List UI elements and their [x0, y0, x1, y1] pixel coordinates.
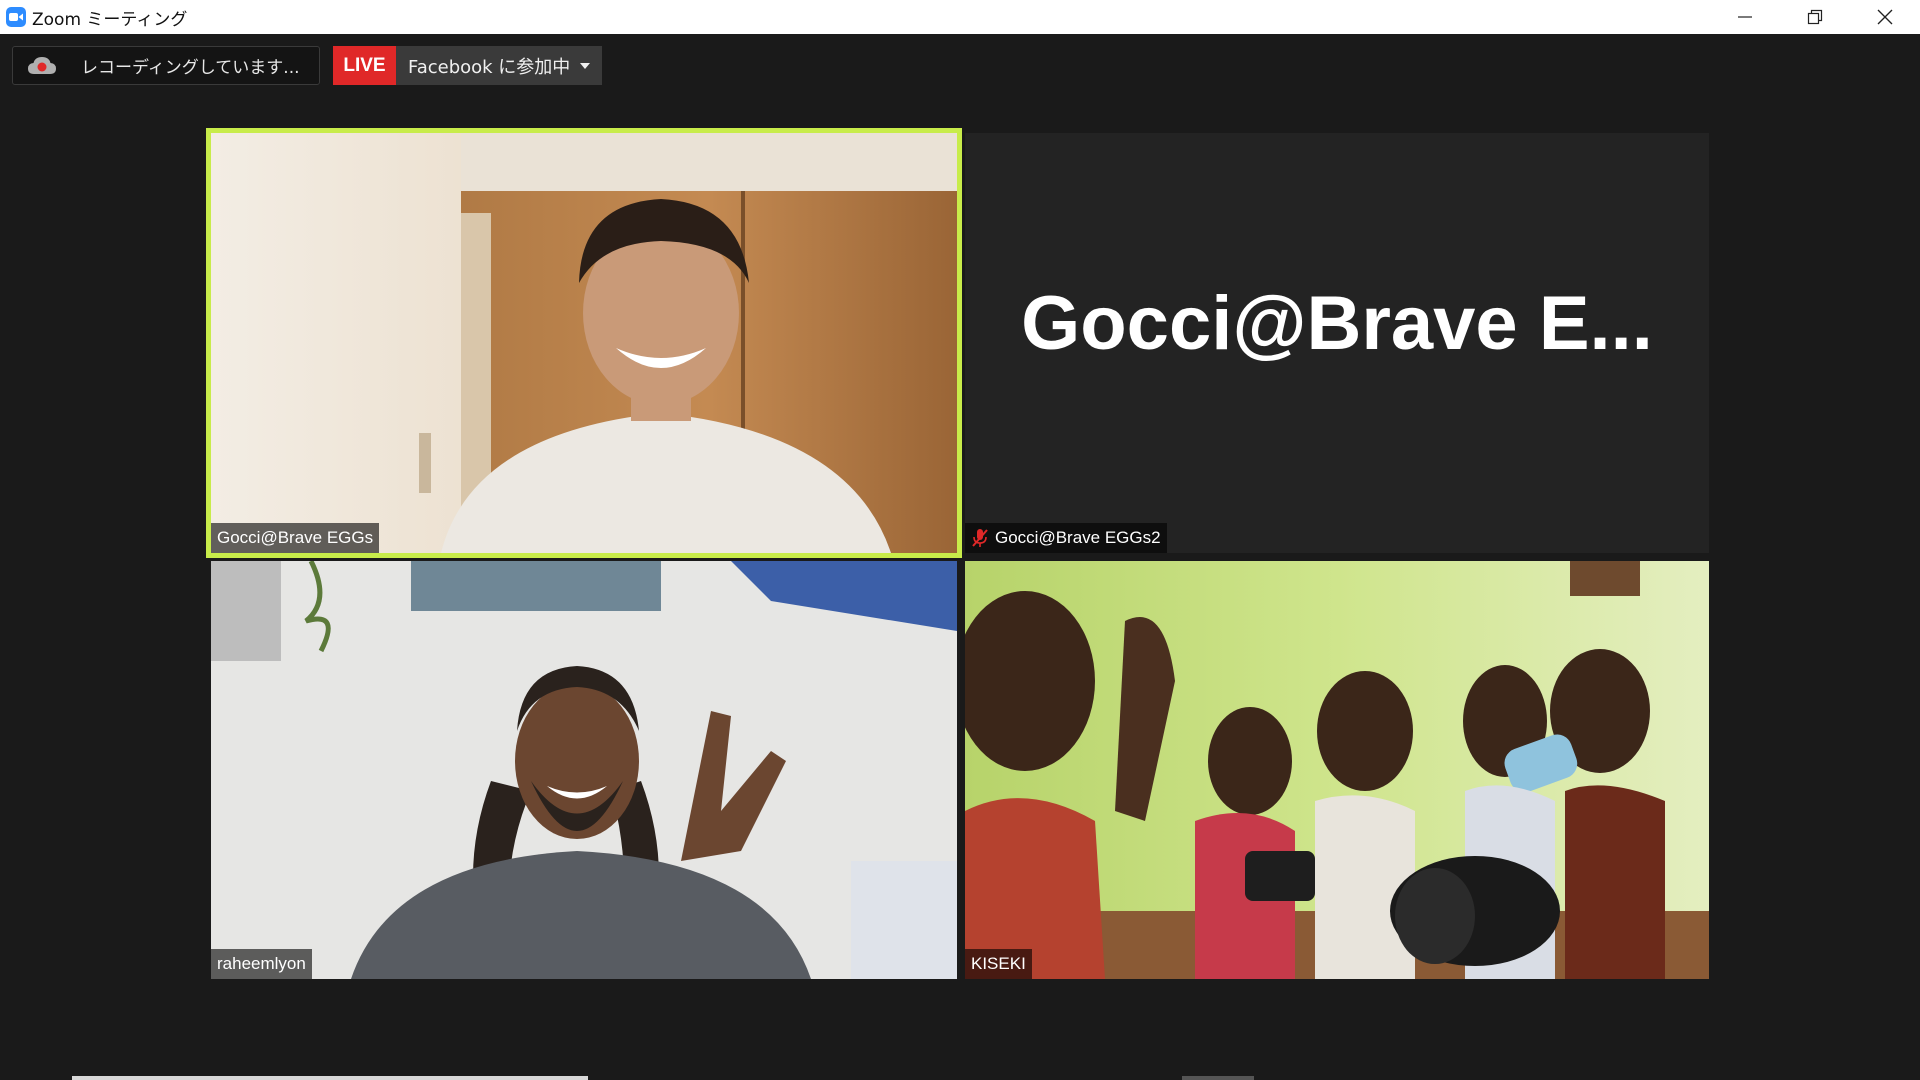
- live-stream-dropdown[interactable]: Facebook に参加中: [396, 46, 603, 85]
- title-bar: Zoom ミーティング: [0, 0, 1920, 34]
- live-badge: LIVE: [333, 46, 396, 85]
- caret-down-icon: [580, 62, 591, 69]
- participant-video: [965, 561, 1709, 979]
- video-tile-2[interactable]: Gocci@Brave E... Gocci@Brave EGGs2: [965, 133, 1709, 553]
- muted-microphone-icon: [972, 529, 988, 547]
- close-icon: [1877, 9, 1893, 25]
- video-tile-4[interactable]: KISEKI: [965, 561, 1709, 979]
- participant-display-name: Gocci@Brave E...: [1021, 280, 1653, 366]
- page-indicator-segment: [1182, 1076, 1254, 1080]
- minimize-button[interactable]: [1710, 0, 1780, 34]
- participant-name: raheemlyon: [217, 954, 306, 973]
- recording-text: レコーディングしています...: [81, 58, 300, 78]
- window-title: Zoom ミーティング: [32, 9, 188, 30]
- participant-name-tag: Gocci@Brave EGGs: [211, 523, 380, 553]
- close-button[interactable]: [1850, 0, 1920, 34]
- participant-name: KISEKI: [971, 954, 1026, 973]
- live-stream-indicator[interactable]: LIVE Facebook に参加中: [333, 46, 603, 85]
- participant-video: [211, 133, 957, 553]
- restore-button[interactable]: [1780, 0, 1850, 34]
- minimize-icon: [1738, 16, 1752, 18]
- participant-name: Gocci@Brave EGGs: [217, 528, 374, 547]
- restore-icon: [1807, 9, 1823, 25]
- participant-name-tag: KISEKI: [965, 949, 1032, 979]
- recording-indicator[interactable]: レコーディングしています...: [12, 46, 320, 85]
- live-stream-label: Facebook に参加中: [408, 56, 571, 78]
- participant-name-tag: Gocci@Brave EGGs2: [965, 523, 1167, 553]
- page-indicator-bar: [72, 1076, 588, 1080]
- participant-video: [211, 561, 957, 979]
- cloud-recording-icon: [28, 56, 56, 74]
- participant-name: Gocci@Brave EGGs2: [995, 528, 1161, 547]
- zoom-app-icon: [6, 7, 26, 27]
- participant-name-tag: raheemlyon: [211, 949, 312, 979]
- video-tile-1[interactable]: Gocci@Brave EGGs: [211, 133, 957, 553]
- video-tile-3[interactable]: raheemlyon: [211, 561, 957, 979]
